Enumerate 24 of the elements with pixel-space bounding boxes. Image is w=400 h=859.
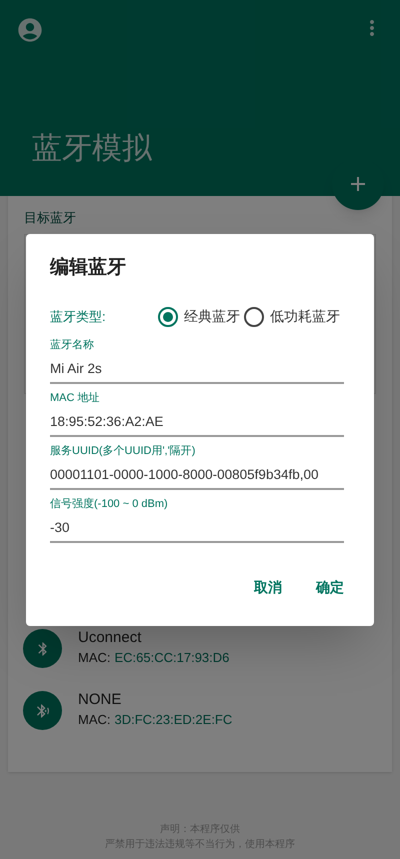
bluetooth-icon bbox=[34, 702, 50, 718]
text-field[interactable]: Mi Air 2s bbox=[50, 356, 344, 384]
type-radio[interactable]: 经典蓝牙 bbox=[158, 306, 240, 327]
device-name: NONE bbox=[78, 691, 122, 710]
app-title: 蓝牙模拟 bbox=[32, 134, 153, 164]
mac-address: 3D:FC:23:ED:2E:FC bbox=[114, 711, 232, 730]
mac-label: MAC: bbox=[78, 711, 110, 730]
field-label: 服务UUID(多个UUID用','隔开) bbox=[50, 444, 196, 458]
field-label: 蓝牙名称 bbox=[50, 338, 95, 352]
type-label: 蓝牙类型: bbox=[50, 308, 107, 326]
dialog-button[interactable]: 确定 bbox=[314, 576, 346, 598]
field-label: 信号强度(-100 ~ 0 dBm) bbox=[50, 496, 169, 510]
text-field[interactable]: -30 bbox=[50, 514, 344, 542]
target-label: 目标蓝牙 bbox=[24, 209, 77, 227]
account-icon[interactable] bbox=[16, 16, 44, 44]
type-radio[interactable]: 低功耗蓝牙 bbox=[244, 306, 340, 327]
dialog-title: 编辑蓝牙 bbox=[50, 256, 127, 280]
mac-address: EC:65:CC:17:93:D6 bbox=[114, 649, 230, 668]
mac-label: MAC: bbox=[78, 649, 110, 668]
text-field[interactable]: 18:95:52:36:A2:AE bbox=[50, 408, 344, 436]
device-name: Uconnect bbox=[78, 629, 142, 648]
text-field[interactable]: 00001101-0000-1000-8000-00805f9b34fb,00 bbox=[50, 462, 344, 490]
field-label: MAC 地址 bbox=[50, 390, 100, 404]
dialog-button[interactable]: 取消 bbox=[252, 576, 284, 598]
